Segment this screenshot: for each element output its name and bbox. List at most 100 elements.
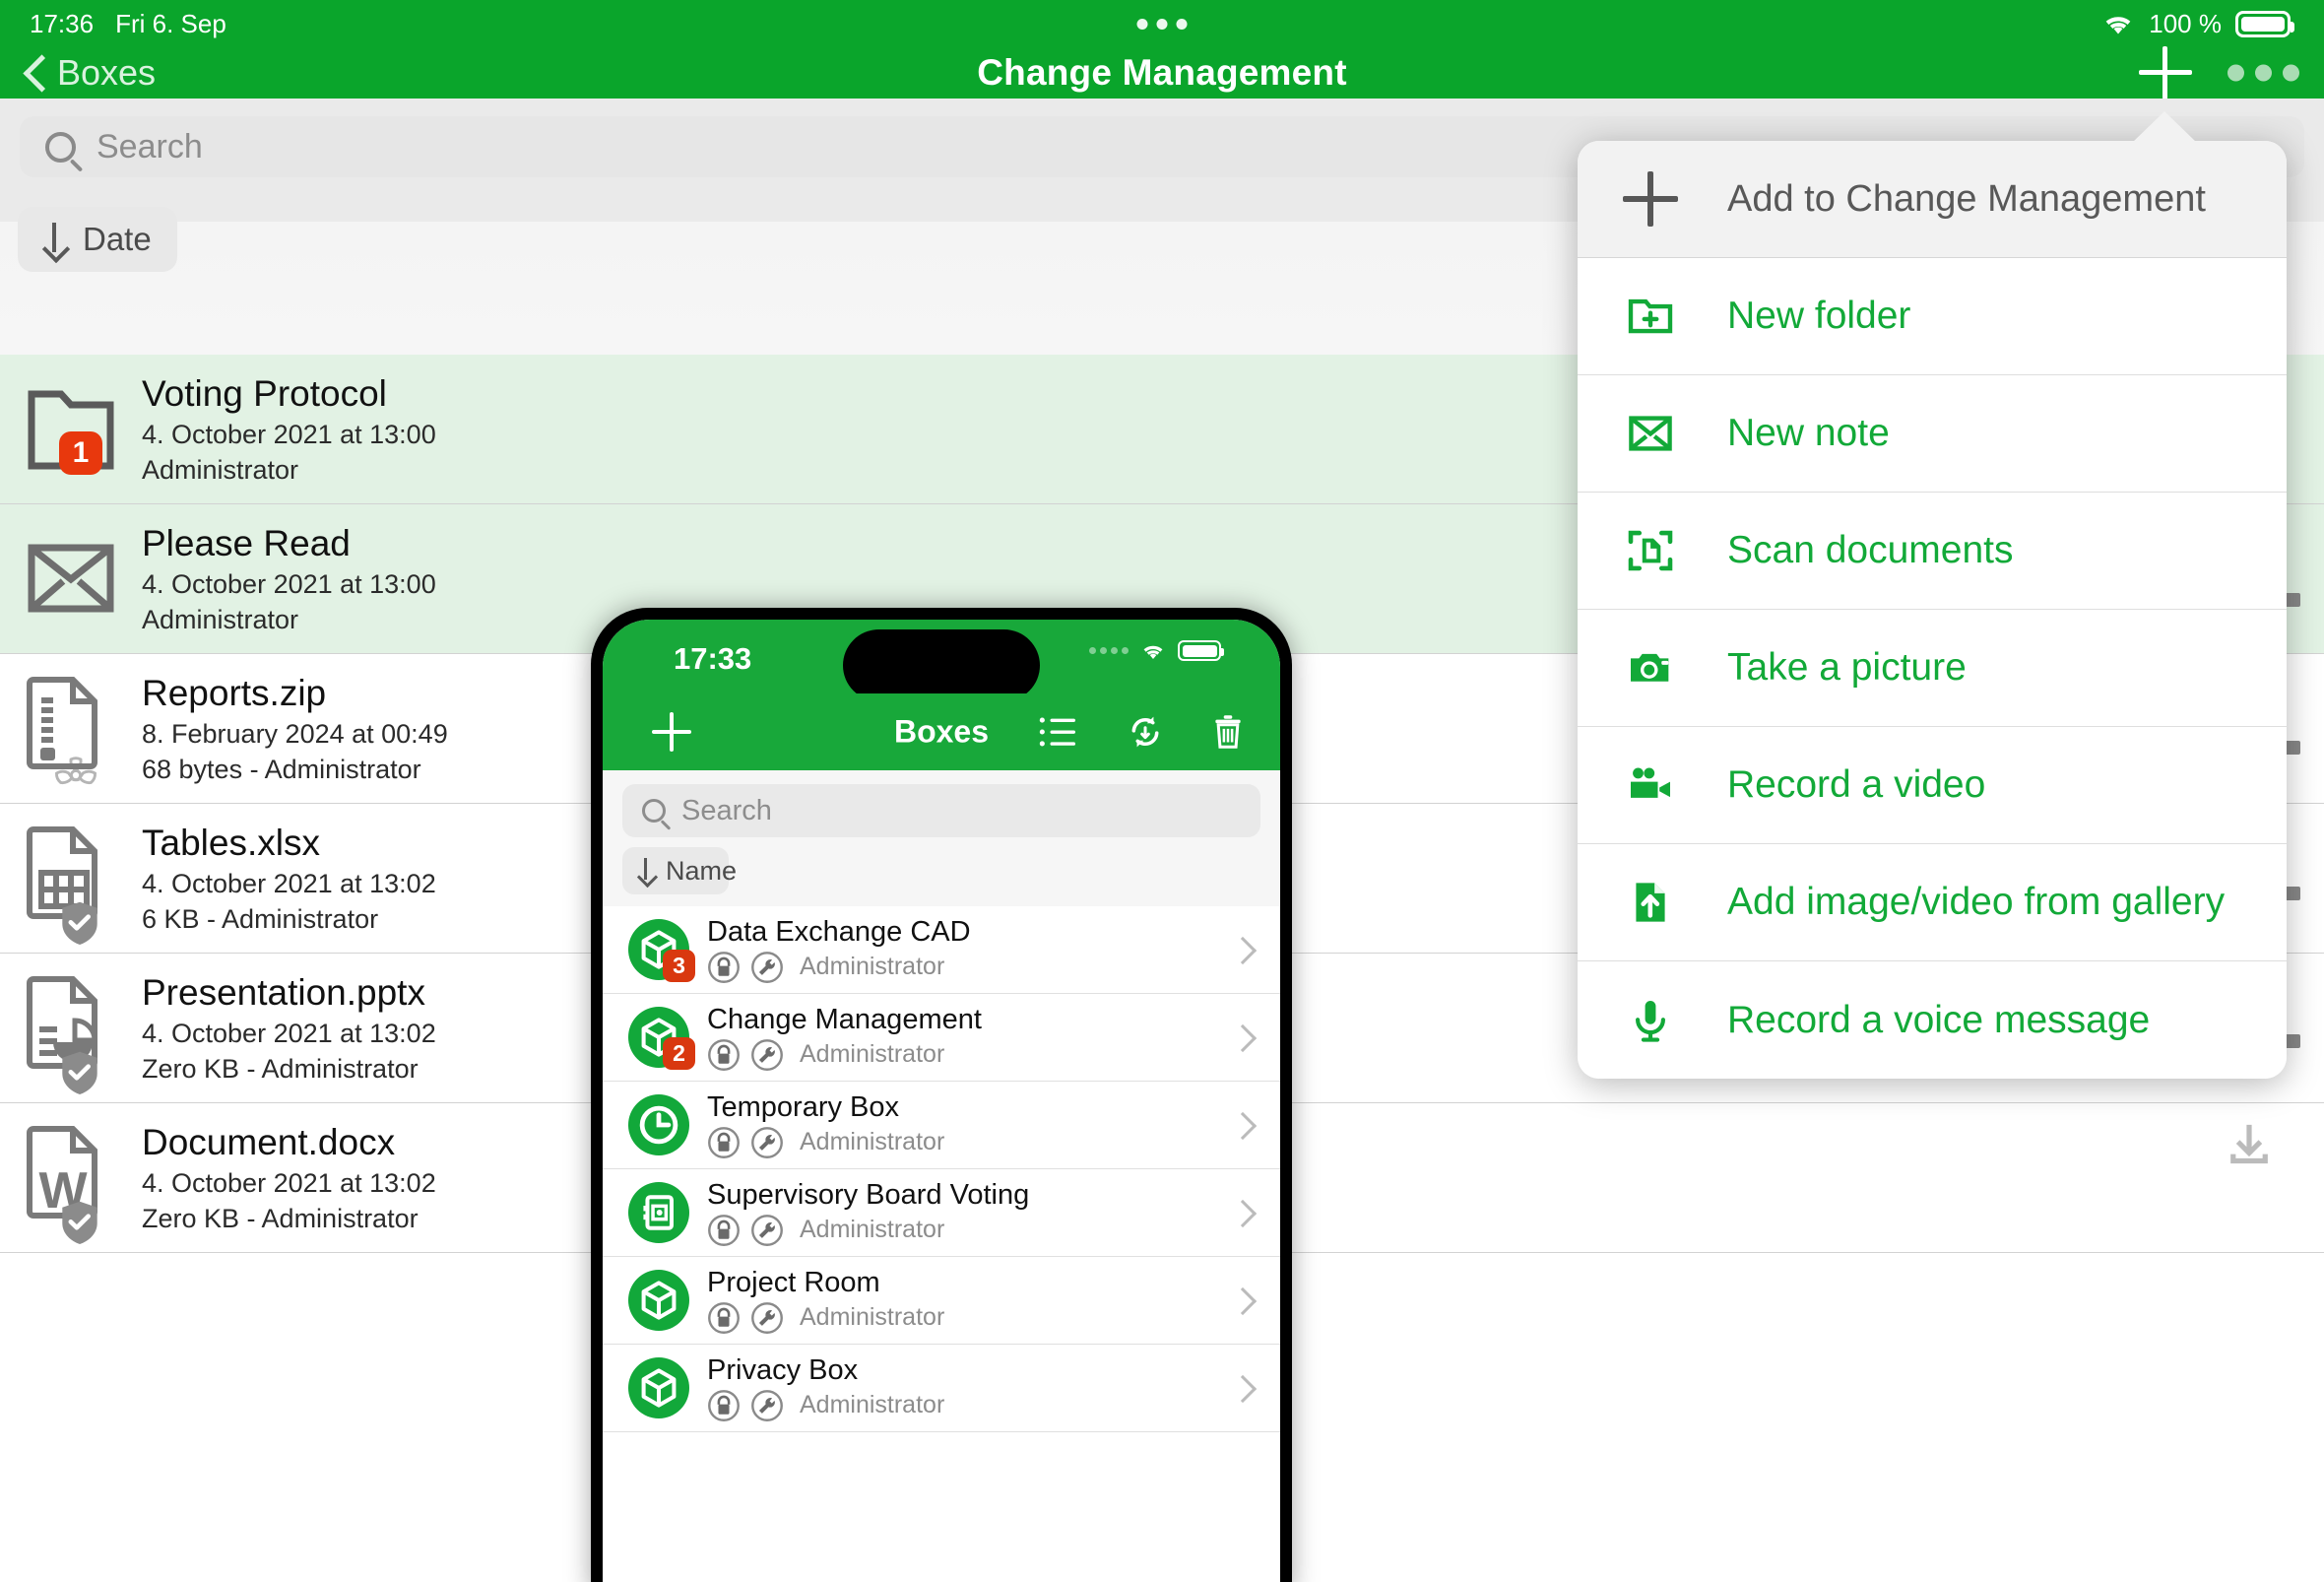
phone-sort-button[interactable]: Name: [622, 847, 737, 894]
back-button-label: Boxes: [57, 52, 157, 93]
box-owner: Administrator: [800, 1391, 945, 1418]
menu-item-label: Take a picture: [1727, 646, 1967, 689]
indicator-dot: [1156, 18, 1168, 30]
indicator-dot: [1176, 18, 1188, 30]
popover-header: Add to Change Management: [1578, 141, 2287, 258]
file-meta: Administrator: [142, 604, 299, 634]
wifi-icon: [2105, 17, 2131, 34]
ballot-box-icon: [628, 1182, 689, 1243]
sort-button[interactable]: Date: [18, 207, 177, 272]
folder-icon: 1: [24, 376, 118, 483]
file-date: 4. October 2021 at 13:00: [142, 568, 436, 599]
add-button[interactable]: [2139, 46, 2192, 99]
file-date: 8. February 2024 at 00:49: [142, 718, 448, 749]
box-item-text: Data Exchange CAD Administrator: [707, 916, 971, 984]
menu-item-microphone[interactable]: Record a voice message: [1578, 961, 2287, 1079]
box-icon: [628, 1270, 689, 1331]
list-view-icon[interactable]: [1038, 715, 1079, 749]
arrow-down-icon: [43, 223, 65, 256]
box-name: Change Management: [707, 1003, 982, 1035]
chevron-right-icon: [1233, 1113, 1247, 1137]
box-list-item[interactable]: Privacy Box Administrator: [603, 1345, 1280, 1432]
phone-box-list: 3 Data Exchange CAD Administrator 2 Change M…: [603, 906, 1280, 1432]
page-title: Change Management: [977, 52, 1347, 93]
menu-item-camera[interactable]: Take a picture: [1578, 610, 2287, 727]
chevron-right-icon: [1233, 1376, 1247, 1400]
box-owner: Administrator: [800, 1040, 945, 1068]
menu-item-label: Record a voice message: [1727, 998, 2151, 1041]
file-meta: Zero KB - Administrator: [142, 1053, 419, 1084]
menu-item-label: New folder: [1727, 295, 1911, 337]
popover-arrow: [2132, 111, 2197, 143]
lock-icon: [708, 951, 740, 983]
chevron-right-icon: [1233, 938, 1247, 961]
menu-item-scan-documents[interactable]: Scan documents: [1578, 493, 2287, 610]
menu-item-new-note[interactable]: New note: [1578, 375, 2287, 493]
more-options-button[interactable]: [2227, 64, 2299, 82]
menu-item-label: Scan documents: [1727, 529, 2014, 571]
file-date: 4. October 2021 at 13:02: [142, 868, 436, 898]
lock-icon: [708, 1126, 740, 1158]
more-dot: [2227, 64, 2244, 82]
file-name: Tables.xlsx: [142, 822, 320, 863]
box-name: Project Room: [707, 1266, 880, 1298]
presentation-file-icon: [24, 975, 118, 1094]
menu-item-new-folder[interactable]: New folder: [1578, 258, 2287, 375]
menu-item-upload-media[interactable]: Add image/video from gallery: [1578, 844, 2287, 961]
wrench-icon: [751, 951, 783, 983]
biohazard-icon: [55, 756, 97, 784]
box-list-item[interactable]: 3 Data Exchange CAD Administrator: [603, 906, 1280, 994]
indicator-dot: [1136, 18, 1148, 30]
box-item-text: Temporary Box Administrator: [707, 1091, 944, 1159]
box-sub: Administrator: [707, 1126, 944, 1159]
word-file-icon: W: [24, 1125, 118, 1244]
box-list-item[interactable]: Supervisory Board Voting Administrator: [603, 1169, 1280, 1257]
phone-status-right: [1089, 640, 1224, 661]
phone-sort-label: Name: [666, 855, 738, 886]
phone-screen: 17:33 Boxes Search Name 3 Data Exchange …: [603, 620, 1280, 1582]
chevron-right-icon: [1233, 1288, 1247, 1312]
chevron-right-icon: [1233, 1025, 1247, 1049]
wifi-icon: [1143, 645, 1163, 659]
spreadsheet-file-icon: [24, 825, 118, 945]
wrench-icon: [751, 1126, 783, 1158]
file-row-text: Presentation.pptx 4. October 2021 at 13:0…: [142, 972, 436, 1085]
box-count-badge: 3: [663, 950, 695, 982]
file-row-text: Tables.xlsx 4. October 2021 at 13:02 6 KB …: [142, 823, 436, 935]
download-icon[interactable]: [2224, 1121, 2275, 1172]
plus-icon: [1623, 171, 1678, 227]
sync-icon[interactable]: [1127, 713, 1164, 751]
box-icon: 3: [628, 919, 695, 982]
box-list-item[interactable]: Temporary Box Administrator: [603, 1082, 1280, 1169]
box-sub: Administrator: [707, 951, 971, 984]
lock-icon: [708, 1389, 740, 1421]
trash-icon[interactable]: [1211, 713, 1245, 751]
box-list-item[interactable]: 2 Change Management Administrator: [603, 994, 1280, 1082]
box-icon: 2: [628, 1007, 695, 1070]
phone-status-time: 17:33: [674, 641, 752, 676]
more-dot: [2255, 64, 2272, 82]
wrench-icon: [751, 1214, 783, 1246]
lock-icon: [708, 1214, 740, 1246]
box-sub: Administrator: [707, 1038, 982, 1072]
wrench-icon: [751, 1389, 783, 1421]
unread-count-badge: 1: [59, 430, 102, 475]
shield-check-icon: [62, 1051, 97, 1094]
phone-nav-bar: Boxes: [603, 693, 1280, 770]
file-meta: Administrator: [142, 454, 299, 485]
back-button[interactable]: Boxes: [26, 52, 156, 94]
menu-item-video-camera[interactable]: Record a video: [1578, 727, 2287, 844]
new-note-icon: [1623, 406, 1678, 461]
envelope-note-icon: [24, 526, 118, 632]
box-list-item[interactable]: Project Room Administrator: [603, 1257, 1280, 1345]
file-date: 4. October 2021 at 13:02: [142, 1018, 436, 1048]
phone-add-button[interactable]: [652, 712, 691, 752]
file-row-text: Reports.zip 8. February 2024 at 00:49 68 b…: [142, 673, 448, 785]
status-bar: 17:36 Fri 6. Sep 100 %: [0, 0, 2324, 47]
phone-nav-actions: [1038, 713, 1245, 751]
box-owner: Administrator: [800, 1128, 945, 1155]
status-bar-right: 100 %: [2101, 9, 2294, 39]
scan-documents-icon: [1623, 523, 1678, 578]
battery-icon: [2235, 10, 2294, 37]
phone-search-input[interactable]: Search: [622, 784, 1260, 837]
